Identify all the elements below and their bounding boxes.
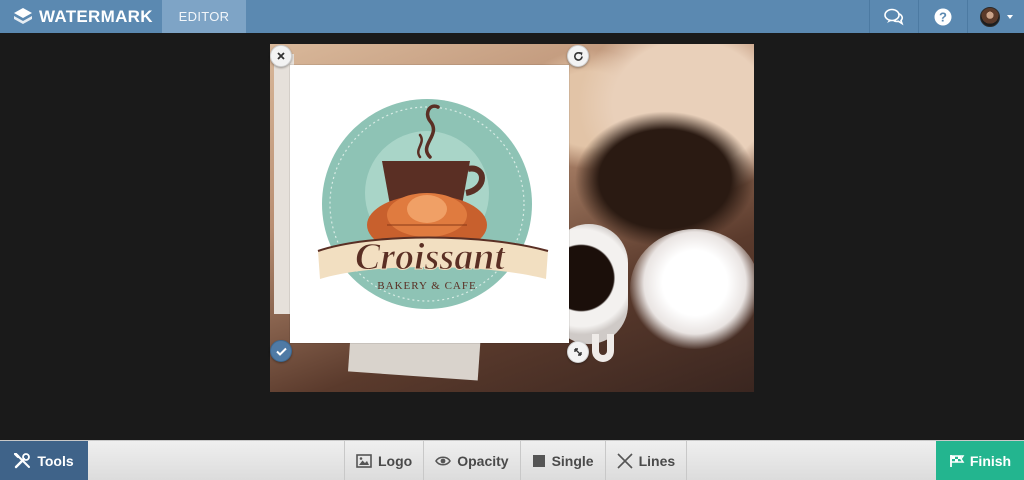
logo-name-text: Croissant <box>355 236 506 278</box>
bottom-toolbar: Tools Logo Opacity Single Lines Finish <box>0 440 1024 480</box>
tools-button[interactable]: Tools <box>0 441 88 480</box>
user-menu[interactable] <box>967 0 1024 33</box>
logo-tool-button[interactable]: Logo <box>344 441 423 480</box>
chat-button[interactable] <box>869 0 918 33</box>
svg-text:?: ? <box>939 9 947 24</box>
watermark-logo[interactable]: Croissant BAKERY & CAFE <box>290 65 569 343</box>
confirm-logo-button[interactable] <box>270 340 292 362</box>
opacity-tool-button[interactable]: Opacity <box>423 441 519 480</box>
logo-tagline: BAKERY & CAFE <box>377 280 476 292</box>
eye-icon <box>435 456 452 466</box>
help-button[interactable]: ? <box>918 0 967 33</box>
resize-icon <box>574 348 582 356</box>
brand-name: WATERMARK <box>39 6 153 26</box>
croissant-logo-graphic: Croissant BAKERY & CAFE <box>317 99 549 309</box>
caret-down-icon <box>1006 14 1013 19</box>
flag-icon <box>949 455 965 467</box>
resize-logo-button[interactable] <box>567 341 589 363</box>
finish-label: Finish <box>969 453 1012 469</box>
tools-icon <box>14 453 31 469</box>
finish-button[interactable]: Finish <box>936 441 1024 480</box>
chat-bubbles-icon <box>884 8 904 25</box>
rotate-icon <box>573 51 583 61</box>
brand[interactable]: WATERMARK <box>0 0 162 33</box>
watermark-logo-icon <box>14 7 32 24</box>
cross-lines-icon <box>617 453 633 469</box>
avatar <box>979 6 1000 27</box>
help-icon: ? <box>934 8 952 25</box>
tools-label: Tools <box>37 453 74 469</box>
top-bar: WATERMARK EDITOR ? <box>0 0 1024 33</box>
lines-tool-label: Lines <box>638 453 676 469</box>
tool-group: Logo Opacity Single Lines <box>344 441 688 480</box>
check-icon <box>275 347 287 356</box>
single-tool-label: Single <box>551 453 594 469</box>
square-icon <box>532 455 545 467</box>
lines-tool-button[interactable]: Lines <box>604 441 688 480</box>
single-tool-button[interactable]: Single <box>519 441 605 480</box>
image-icon <box>356 454 372 468</box>
logo-tool-label: Logo <box>378 453 413 469</box>
remove-logo-button[interactable] <box>270 45 292 67</box>
rotate-logo-button[interactable] <box>567 45 589 67</box>
sugar-pile <box>630 229 754 349</box>
tab-editor[interactable]: EDITOR <box>162 0 246 33</box>
opacity-tool-label: Opacity <box>457 453 509 469</box>
close-icon <box>277 52 285 60</box>
